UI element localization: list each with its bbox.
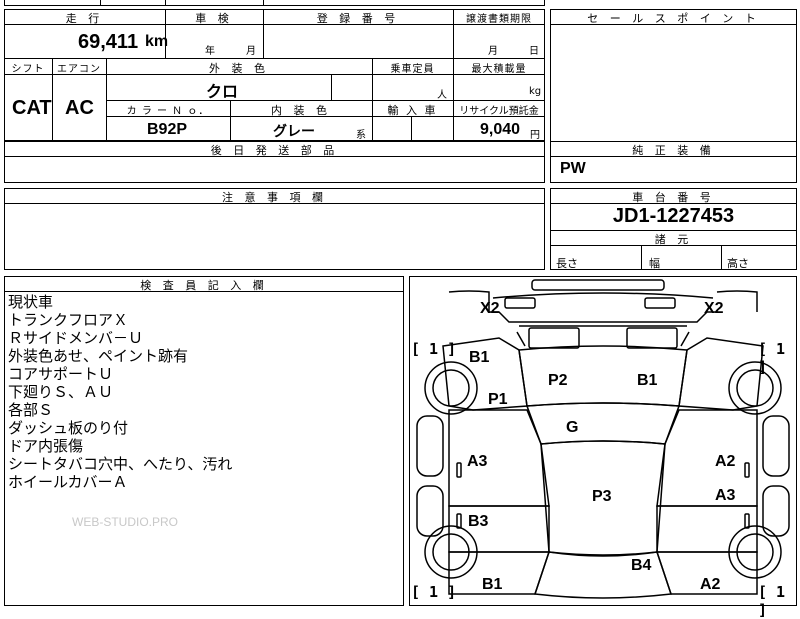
x2-left-mark: X2 (480, 300, 500, 317)
b1-left-mark: B1 (469, 349, 490, 366)
shift-header: シフト (11, 64, 45, 75)
note-line: Ｒサイドメンバ－Ｕ (8, 329, 144, 347)
registration-header: 登 録 番 号 (316, 12, 400, 25)
inspector-notes-header: 検 査 員 記 入 欄 (140, 279, 268, 292)
note-line: トランクフロアＸ (8, 311, 129, 329)
inspection-header: 車 検 (195, 12, 233, 25)
interior-color-suffix: 系 (356, 130, 366, 141)
ac-value: AC (65, 97, 94, 119)
p2-mark: P2 (548, 372, 568, 389)
transfer-day-unit: 日 (529, 46, 539, 57)
p1-mark: P1 (488, 391, 508, 408)
genuine-equipment-value: PW (560, 160, 586, 177)
length-label: 長さ (556, 257, 578, 270)
a2-bottom-mark: A2 (700, 576, 721, 593)
b1-hood-mark: B1 (637, 372, 658, 389)
color-no-value: B92P (147, 121, 188, 138)
recycle-deposit-header: リサイクル預託金 (459, 106, 539, 117)
max-load-header: 最大積載量 (471, 64, 527, 75)
bracket-bottom-left: [ 1 ] (411, 583, 457, 601)
note-line: ホイールカバーＡ (8, 473, 128, 491)
shift-value: CAT (12, 97, 52, 119)
mileage-unit: km (145, 33, 169, 50)
sales-point-box (550, 9, 797, 157)
a3-left-mark: A3 (467, 453, 488, 470)
top-strip-divider (263, 0, 264, 6)
bracket-top-right: [ 1 ] (758, 340, 786, 376)
width-label: 幅 (649, 257, 660, 270)
exterior-color-value: クロ (206, 84, 239, 101)
top-strip (4, 0, 545, 6)
recycle-deposit-value: 9,040 (480, 121, 521, 138)
recycle-deposit-unit: 円 (530, 130, 540, 141)
height-label: 高さ (727, 257, 749, 270)
mileage-value: 69,411 (78, 31, 139, 53)
watermark: WEB-STUDIO.PRO (72, 515, 179, 529)
sales-point-header: セ ー ル ス ポ イ ン ト (587, 12, 760, 25)
caution-header: 注 意 事 項 欄 (222, 191, 327, 204)
transfer-deadline-header: 譲渡書類期限 (466, 14, 532, 25)
car-diagram (416, 279, 790, 599)
ac-header: エアコン (57, 64, 101, 75)
b1-bottom-mark: B1 (482, 576, 503, 593)
bracket-bottom-right: [ 1 ] (758, 583, 786, 619)
genuine-equipment-header: 純 正 装 備 (632, 144, 715, 157)
color-no-header: カ ラ ー Ｎ ｏ． (126, 106, 210, 117)
top-strip-divider (100, 0, 101, 6)
b4-mark: B4 (631, 557, 652, 574)
later-parts-header: 後 日 発 送 部 品 (210, 144, 339, 157)
import-car-header: 輸 入 車 (387, 104, 438, 117)
bracket-top-left: [ 1 ] (411, 340, 457, 358)
dimensions-header: 諸 元 (654, 233, 693, 246)
p3-mark: P3 (592, 488, 612, 505)
note-line: シートタバコ穴中、へたり、汚れ (8, 455, 233, 473)
note-line: コアサポートＵ (8, 365, 114, 383)
mileage-header: 走 行 (65, 12, 104, 25)
inspection-month-unit: 月 (246, 46, 256, 57)
capacity-unit: 人 (437, 90, 447, 101)
b3-mark: B3 (468, 513, 489, 530)
a3-right-mark: A3 (715, 487, 736, 504)
x2-right-mark: X2 (704, 300, 724, 317)
note-line: 下廻りＳ、ＡＵ (8, 383, 114, 401)
chassis-header: 車 台 番 号 (632, 191, 715, 204)
inspection-year-unit: 年 (205, 46, 215, 57)
note-line: 外装色あせ、ペイント跡有 (8, 347, 189, 365)
interior-color-header: 内 装 色 (271, 104, 331, 117)
exterior-color-header: 外 装 色 (209, 62, 269, 75)
top-strip-divider (165, 0, 166, 6)
note-line: 各部Ｓ (8, 401, 54, 419)
g-mark: G (566, 419, 579, 436)
note-line: ドア内張傷 (8, 437, 84, 455)
inspector-notes-list: 現状車 トランクフロアＸ Ｒサイドメンバ－Ｕ 外装色あせ、ペイント跡有 コアサポ… (8, 293, 398, 491)
transfer-month-unit: 月 (488, 46, 498, 57)
chassis-value: JD1-1227453 (612, 205, 735, 227)
note-line: 現状車 (8, 293, 54, 311)
note-line: ダッシュ板のり付 (8, 419, 129, 437)
capacity-header: 乗車定員 (390, 64, 435, 75)
a2-right-mark: A2 (715, 453, 736, 470)
max-load-unit: kg (529, 86, 542, 97)
interior-color-value: グレー (273, 123, 315, 139)
